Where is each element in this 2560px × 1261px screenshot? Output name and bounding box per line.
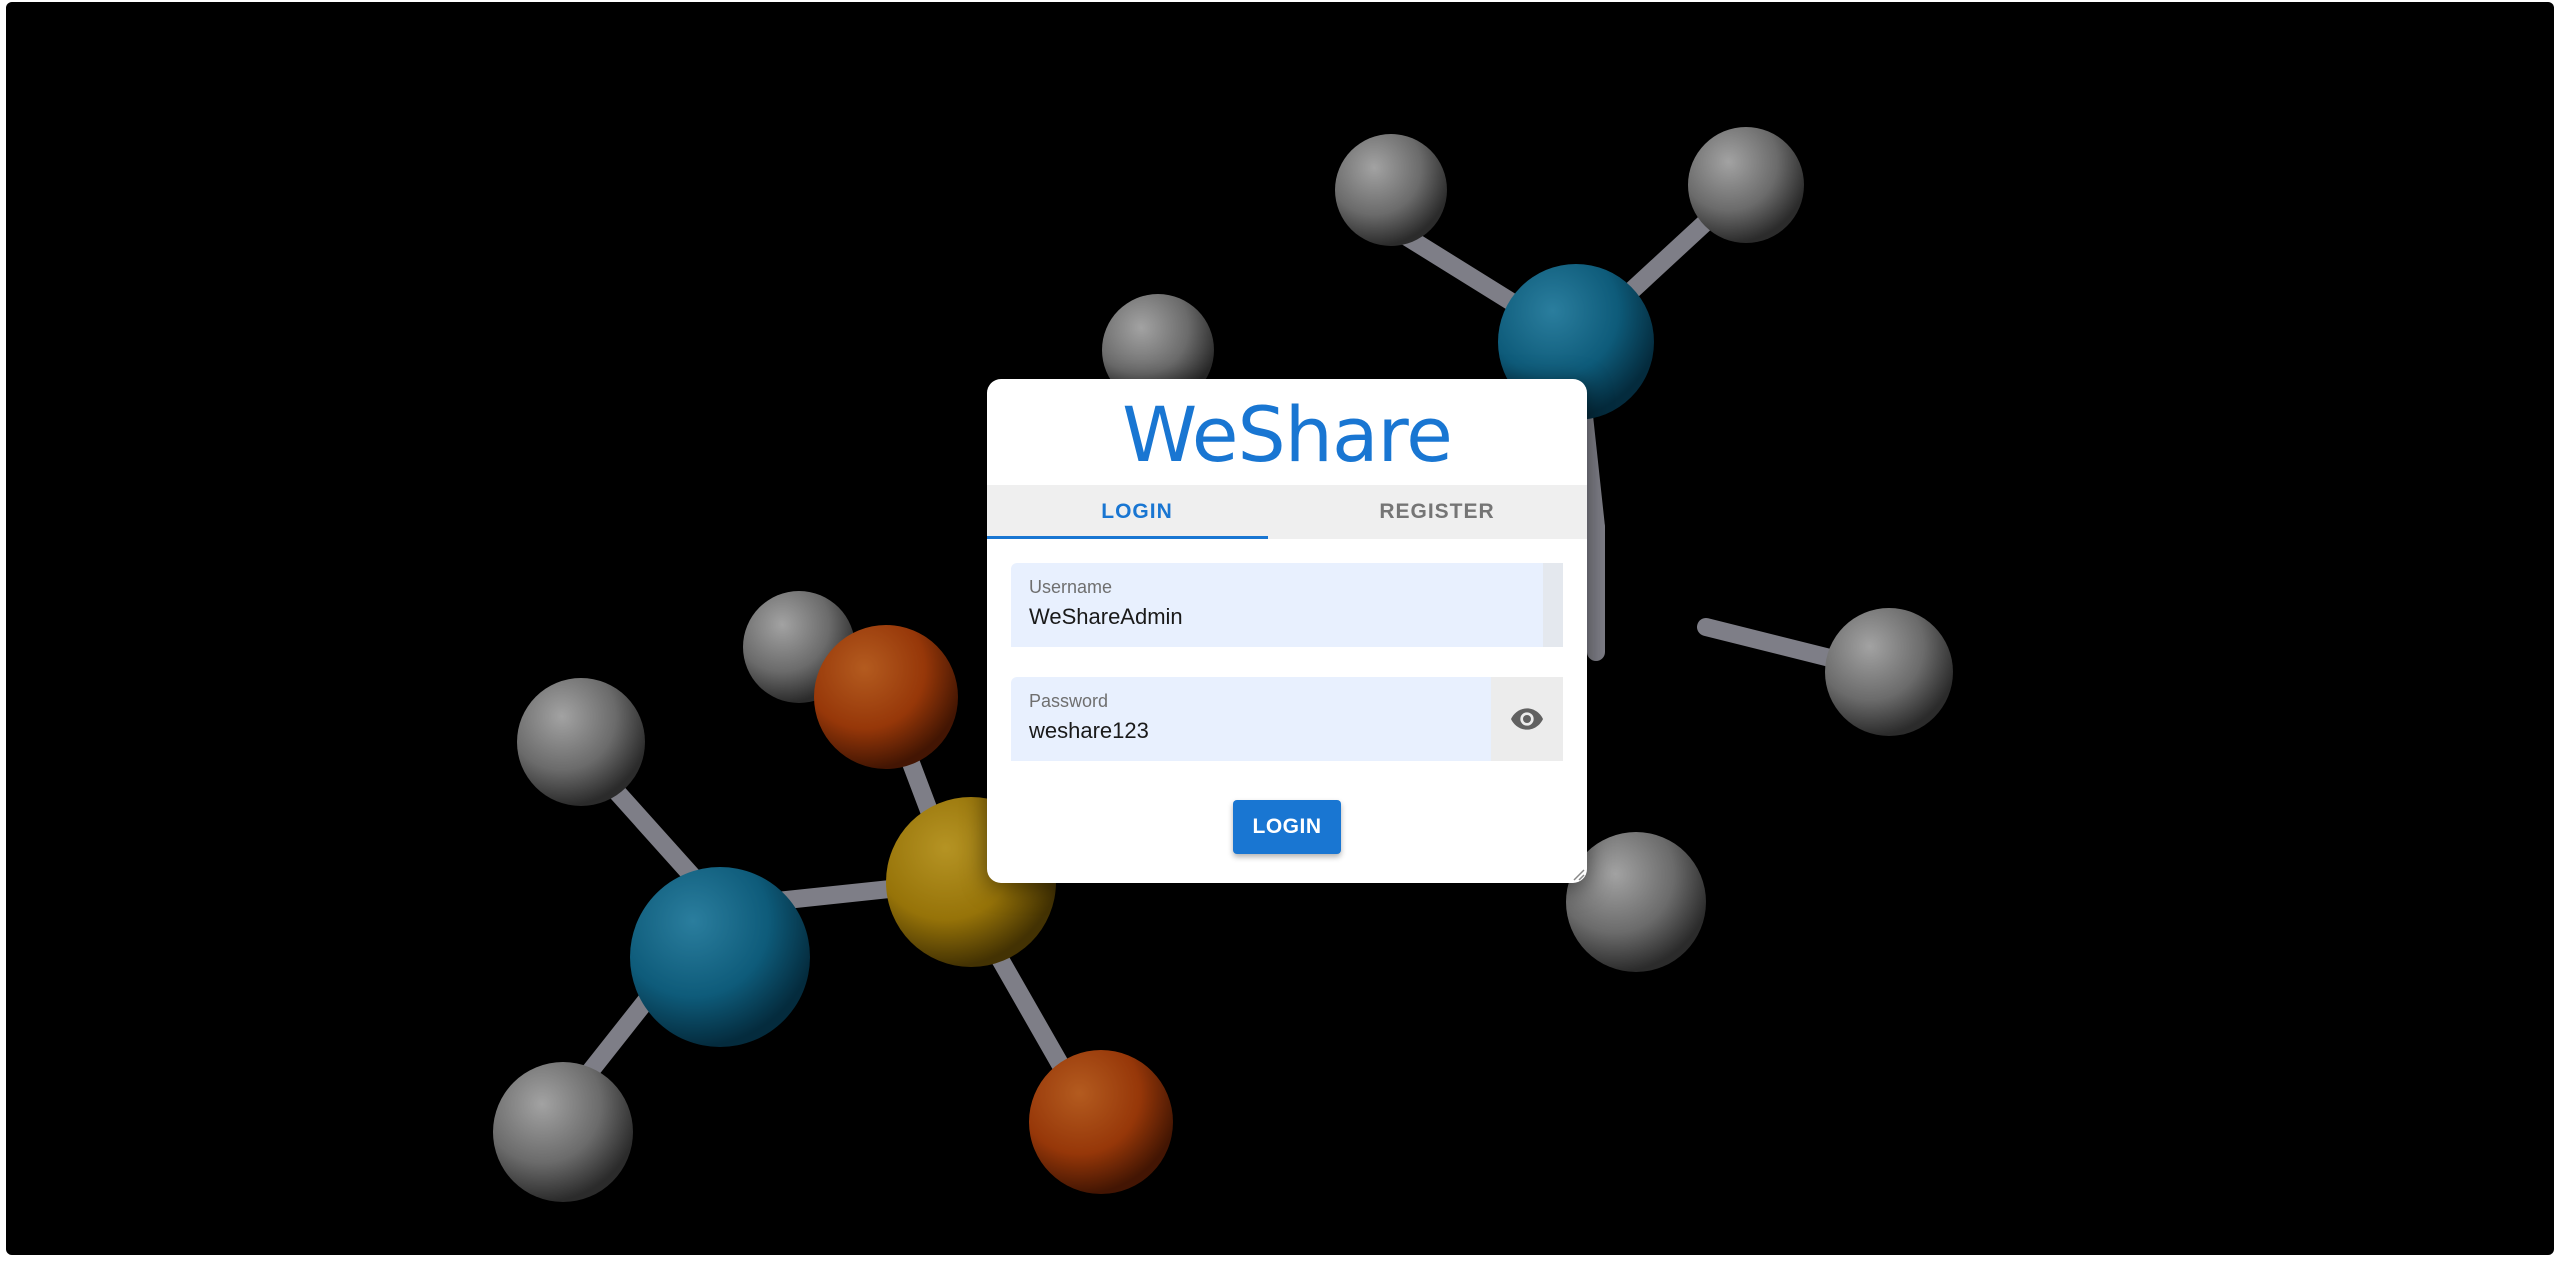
tab-register[interactable]: REGISTER [1287, 485, 1587, 539]
tab-login[interactable]: LOGIN [987, 485, 1287, 539]
active-tab-indicator [987, 536, 1268, 539]
eye-icon [1511, 708, 1543, 730]
resize-handle-icon[interactable] [1571, 867, 1585, 881]
username-field[interactable]: Username WeShareAdmin [1011, 563, 1563, 647]
form-actions: LOGIN [1011, 791, 1563, 854]
username-input[interactable]: WeShareAdmin [1029, 604, 1545, 630]
auth-tabs: LOGIN REGISTER [987, 485, 1587, 539]
toggle-password-visibility-button[interactable] [1491, 677, 1563, 761]
username-label: Username [1029, 577, 1113, 597]
username-field-edge [1543, 563, 1563, 647]
password-label: Password [1029, 691, 1109, 711]
password-input[interactable]: weshare123 [1029, 718, 1473, 744]
password-field[interactable]: Password weshare123 [1011, 677, 1563, 761]
login-card: WeShare LOGIN REGISTER Username WeShareA… [987, 379, 1587, 883]
brand-title: WeShare [1122, 389, 1453, 479]
app-viewport: WeShare LOGIN REGISTER Username WeShareA… [6, 2, 2554, 1255]
login-form: Username WeShareAdmin Password weshare12… [987, 539, 1587, 854]
login-button[interactable]: LOGIN [1233, 800, 1341, 854]
